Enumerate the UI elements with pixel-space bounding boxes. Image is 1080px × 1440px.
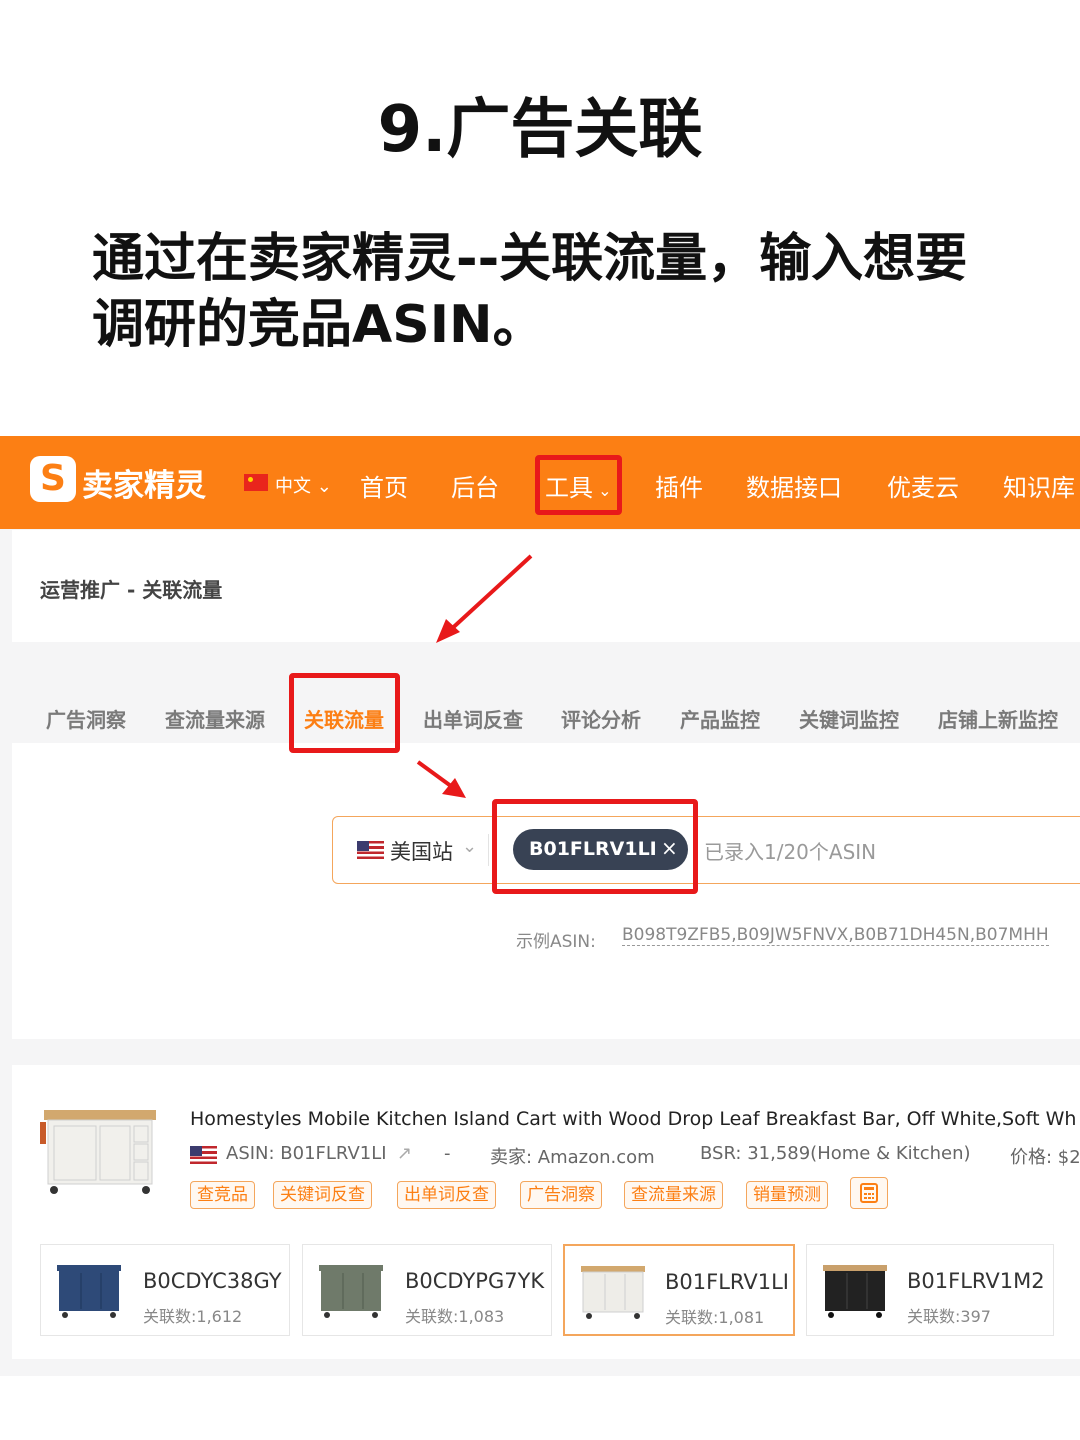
app-screenshot: S 卖家精灵 中文 ⌄ 首页 后台 工具 ⌄ 插件 数据接口 优麦云 知识库 运… [0, 436, 1080, 1376]
arrow-to-tab [444, 554, 533, 636]
annotation-arrows [416, 554, 533, 798]
page-title: 9.广告关联 [377, 93, 703, 167]
instruction-line-2: 调研的竞品ASIN。 [92, 295, 545, 355]
instruction-line-1: 通过在卖家精灵--关联流量，输入想要 [92, 229, 968, 289]
